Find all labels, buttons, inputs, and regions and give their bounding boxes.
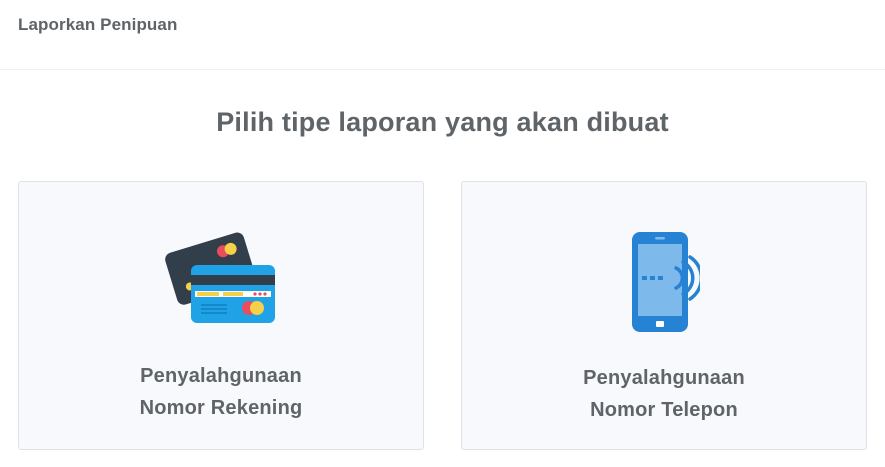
- report-type-heading: Pilih tipe laporan yang akan dibuat: [216, 107, 669, 137]
- report-option-label: Penyalahgunaan Nomor Telepon: [462, 362, 866, 426]
- report-option-label-line1: Penyalahgunaan: [583, 367, 745, 389]
- report-option-label-line2: Nomor Rekening: [139, 397, 303, 419]
- mobile-phone-icon: [632, 232, 700, 332]
- page-title: Laporkan Penipuan: [18, 15, 178, 34]
- report-option-label-line1: Penyalahgunaan: [140, 365, 302, 387]
- report-option-label: Penyalahgunaan Nomor Rekening: [19, 360, 423, 424]
- report-option-account-number[interactable]: Penyalahgunaan Nomor Rekening: [18, 181, 424, 450]
- credit-cards-icon: [165, 232, 275, 323]
- top-header: Laporkan Penipuan: [0, 0, 885, 70]
- report-option-phone-number[interactable]: Penyalahgunaan Nomor Telepon: [461, 181, 867, 450]
- report-option-label-line2: Nomor Telepon: [590, 399, 738, 421]
